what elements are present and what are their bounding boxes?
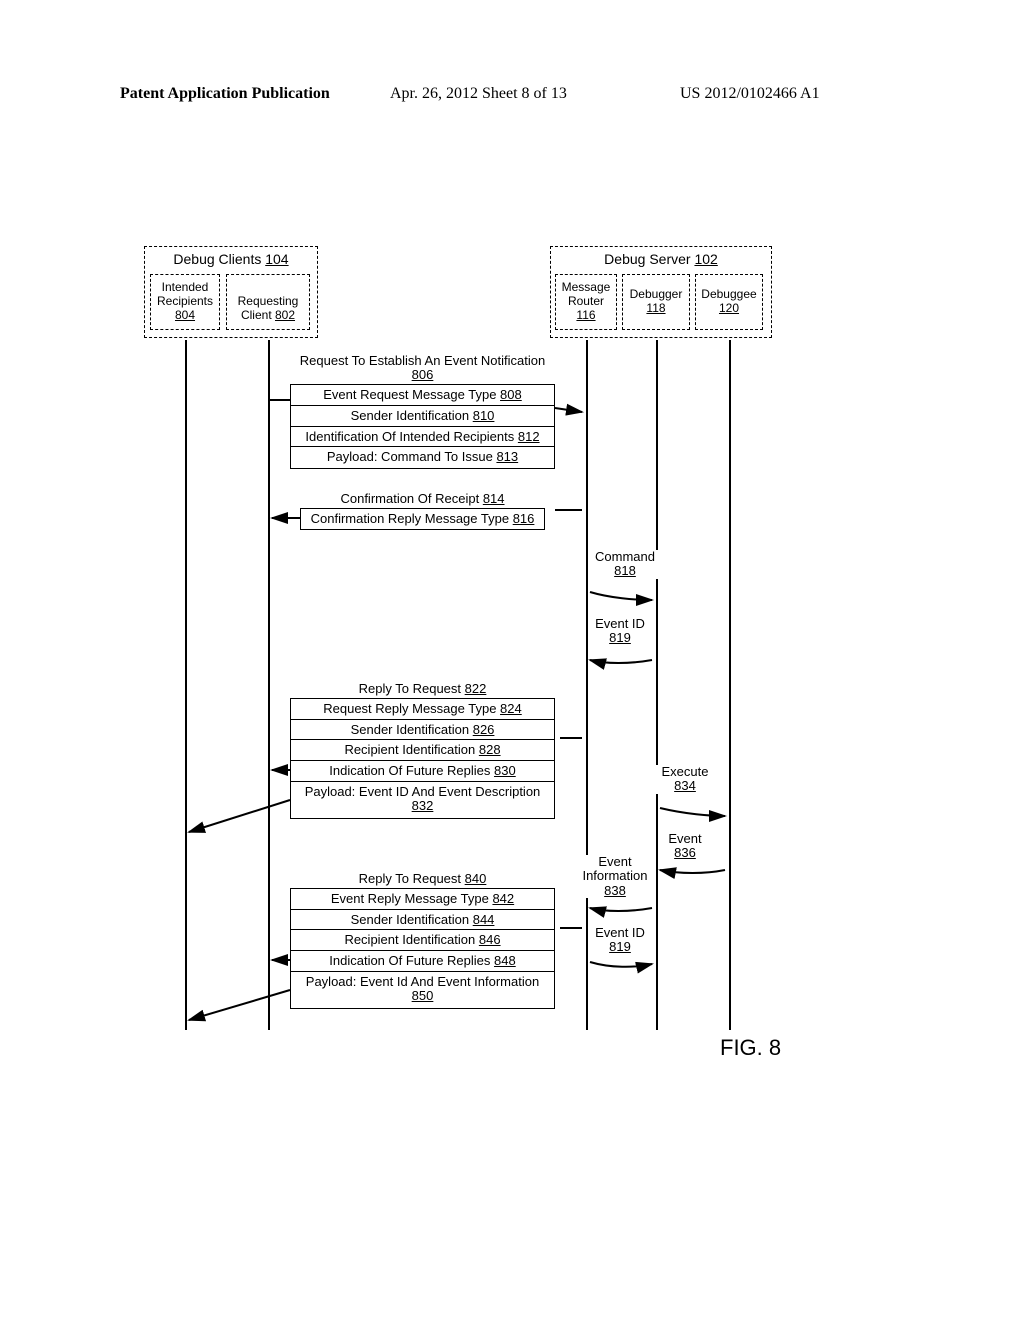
debuggee-label: Debuggee <box>701 288 756 302</box>
msg-block-822: Reply To Request 822 Request Reply Messa… <box>290 680 555 819</box>
event-836-label: Event836 <box>660 832 710 861</box>
debug-server-title: Debug Server 102 <box>551 247 771 267</box>
msg-806-row1: Event Request Message Type 808 <box>290 384 555 406</box>
page: Patent Application Publication Apr. 26, … <box>0 0 1024 1320</box>
header-publication: Patent Application Publication <box>120 85 330 103</box>
msg-block-840: Reply To Request 840 Event Reply Message… <box>290 870 555 1009</box>
event-id-819b-label: Event ID819 <box>590 926 650 955</box>
lifeline-debugger <box>656 340 658 1030</box>
debug-clients-title: Debug Clients 104 <box>145 247 317 267</box>
debuggee-ref: 120 <box>719 302 739 316</box>
msg-806-row3: Identification Of Intended Recipients 81… <box>290 426 555 448</box>
intended-recipients-box: Intended Recipients 804 <box>150 274 220 330</box>
lifeline-requesting-client <box>268 340 270 1030</box>
msg-814-title: Confirmation Of Receipt 814 <box>300 490 545 509</box>
msg-806-row4: Payload: Command To Issue 813 <box>290 446 555 468</box>
msg-840-row3: Recipient Identification 846 <box>290 929 555 951</box>
execute-834-label: Execute834 <box>655 765 715 794</box>
msg-840-row4: Indication Of Future Replies 848 <box>290 950 555 972</box>
debugger-ref: 118 <box>646 302 665 316</box>
sequence-arrows <box>0 0 1024 1320</box>
intended-recipients-ref: 804 <box>175 309 195 323</box>
msg-806-title: Request To Establish An Event Notificati… <box>290 352 555 386</box>
msg-814-row1: Confirmation Reply Message Type 816 <box>300 508 545 530</box>
message-router-box: Message Router 116 <box>555 274 617 330</box>
message-router-ref: 116 <box>576 309 595 323</box>
intended-recipients-label: Intended Recipients <box>157 281 213 309</box>
command-818-label: Command818 <box>590 550 660 579</box>
msg-822-row4: Indication Of Future Replies 830 <box>290 760 555 782</box>
debugger-box: Debugger 118 <box>622 274 690 330</box>
msg-840-row2: Sender Identification 844 <box>290 909 555 931</box>
msg-840-row1: Event Reply Message Type 842 <box>290 888 555 910</box>
requesting-client-label: Requesting Client 802 <box>238 281 299 322</box>
msg-822-row3: Recipient Identification 828 <box>290 739 555 761</box>
msg-840-row5: Payload: Event Id And Event Information8… <box>290 971 555 1009</box>
header-pub-number: US 2012/0102466 A1 <box>680 85 820 103</box>
msg-822-title: Reply To Request 822 <box>290 680 555 699</box>
msg-822-row1: Request Reply Message Type 824 <box>290 698 555 720</box>
lifeline-intended-recipients <box>185 340 187 1030</box>
msg-840-title: Reply To Request 840 <box>290 870 555 889</box>
event-info-838-label: Event Information838 <box>575 855 655 898</box>
msg-block-814: Confirmation Of Receipt 814 Confirmation… <box>300 490 545 530</box>
requesting-client-box: Requesting Client 802 <box>226 274 310 330</box>
message-router-label: Message Router <box>562 281 611 309</box>
msg-822-row2: Sender Identification 826 <box>290 719 555 741</box>
msg-806-row2: Sender Identification 810 <box>290 405 555 427</box>
event-id-819-label: Event ID819 <box>590 617 650 646</box>
debuggee-box: Debuggee 120 <box>695 274 763 330</box>
header-date-sheet: Apr. 26, 2012 Sheet 8 of 13 <box>390 85 567 103</box>
lifeline-debuggee <box>729 340 731 1030</box>
figure-label: FIG. 8 <box>720 1035 781 1061</box>
msg-block-806: Request To Establish An Event Notificati… <box>290 352 555 469</box>
msg-822-row5: Payload: Event ID And Event Description8… <box>290 781 555 819</box>
debugger-label: Debugger <box>630 288 683 302</box>
lifeline-message-router <box>586 340 588 1030</box>
